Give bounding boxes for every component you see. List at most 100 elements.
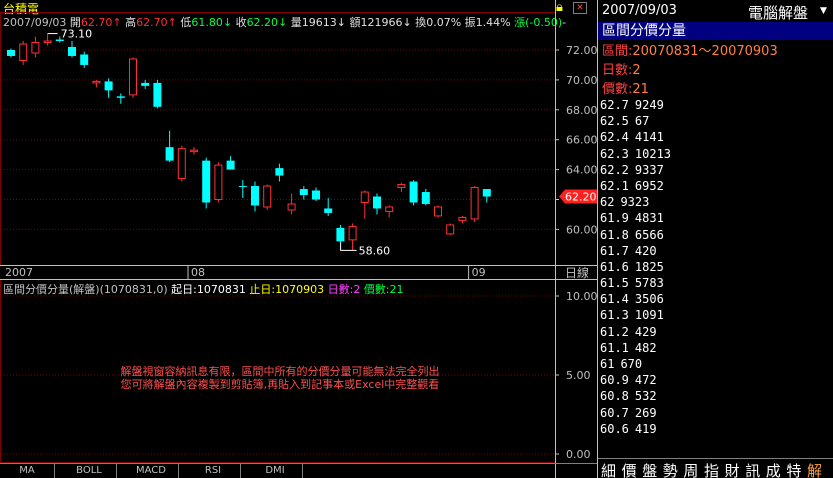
candle-body: [104, 81, 113, 91]
panel-tab[interactable]: 價: [622, 460, 637, 478]
prices-label: 價數:: [602, 82, 633, 97]
list-item: 60.6 419: [600, 421, 830, 437]
row-volume: 420: [634, 243, 657, 258]
tab-macd[interactable]: MACD: [124, 463, 179, 478]
tab-ma[interactable]: MA: [0, 463, 55, 478]
note-line-1: 解盤視窗容納訊息有限，區間中所有的分價分量可能無法完全列出: [120, 365, 440, 378]
tab-rsi[interactable]: RSI: [186, 463, 241, 478]
row-price: 61.6: [600, 259, 629, 274]
candle-body: [409, 181, 418, 203]
y-tick-label: 66.00: [566, 134, 597, 147]
list-item: 61.4 3506: [600, 291, 830, 307]
candle-body: [360, 191, 369, 203]
panel-tab[interactable]: 訊: [745, 460, 760, 478]
candle-body: [31, 42, 40, 54]
panel-tab[interactable]: 財: [725, 460, 740, 478]
y-tick-label: 70.00: [566, 74, 597, 87]
indicator-title: 區間分價分量(解盤)(1070831,0) 起日:1070831 止日:1070…: [3, 281, 404, 297]
candle-body: [116, 96, 125, 98]
range-info: 區間:20070831～20070903: [602, 40, 778, 59]
range-label: 區間:: [602, 44, 633, 59]
row-price: 61.5: [600, 276, 629, 291]
tab-dmi[interactable]: DMI: [248, 463, 303, 478]
row-volume: 9337: [634, 162, 664, 177]
tab-boll[interactable]: BOLL: [62, 463, 117, 478]
row-volume: 4831: [634, 211, 664, 226]
indicator-y-label: 5.00: [566, 369, 591, 382]
row-price: 60.7: [600, 405, 629, 420]
prices-value: 21: [389, 283, 404, 296]
panel-tab[interactable]: 成: [766, 460, 781, 478]
candle-body: [336, 227, 345, 242]
list-item: 62.2 9337: [600, 162, 830, 178]
row-volume: 67: [634, 114, 650, 129]
indicator-y-label: 0.00: [566, 448, 591, 461]
list-item: 60.9 472: [600, 372, 830, 388]
candle-body: [312, 190, 320, 200]
end-value: 1070903: [275, 283, 325, 296]
panel-tab[interactable]: 勢: [663, 460, 678, 478]
days-info: 日數:2: [602, 59, 641, 78]
candle-body: [458, 216, 467, 221]
candle-body: [141, 82, 150, 86]
candle-body: [190, 149, 198, 153]
panel-tab[interactable]: 特: [786, 460, 801, 478]
candle-body: [446, 224, 455, 235]
row-price: 61: [600, 357, 615, 371]
low-marker-line: [340, 242, 357, 251]
panel-tab[interactable]: 指: [704, 460, 719, 478]
row-price: 62.2: [600, 162, 629, 177]
list-item: 60.8 532: [600, 388, 830, 404]
list-item: 60.7 269: [600, 405, 830, 421]
indicator-note: 解盤視窗容納訊息有限，區間中所有的分價分量可能無法完全列出 您可將解盤內容複製到…: [60, 365, 500, 391]
row-price: 61.4: [600, 292, 629, 307]
row-volume: 532: [634, 389, 657, 404]
end-label: 止日:: [249, 283, 276, 296]
list-item: 61.2 429: [600, 324, 830, 340]
list-item: 62.1 6952: [600, 178, 830, 194]
row-price: 62: [600, 195, 615, 210]
candle-body: [421, 192, 430, 204]
panel-tab[interactable]: 解: [807, 460, 822, 478]
date-axis: 2007 08 09 日線: [5, 265, 589, 280]
panel-tab[interactable]: 周: [683, 460, 698, 478]
candles: [7, 33, 491, 251]
row-price: 60.6: [600, 421, 629, 436]
price-chart[interactable]: 72.0070.0068.0066.0064.0062.0060.00 2007…: [0, 0, 597, 478]
panel-date: 2007/09/03: [602, 3, 677, 18]
row-price: 61.1: [600, 340, 629, 355]
row-volume: 4141: [634, 130, 664, 145]
panel-tab[interactable]: 細: [601, 460, 616, 478]
range-value: 20070831～20070903: [632, 44, 778, 59]
indicator-y-label: 10.00: [566, 290, 597, 303]
row-volume: 10213: [634, 146, 672, 161]
candle-body: [214, 164, 223, 201]
candle-body: [153, 82, 162, 107]
list-item: 62 9323: [600, 194, 830, 210]
list-item: 61.3 1091: [600, 307, 830, 323]
candle-body: [275, 168, 284, 176]
row-volume: 9323: [620, 195, 650, 210]
row-price: 61.2: [600, 324, 629, 339]
candle-body: [324, 208, 333, 213]
candle-body: [43, 40, 52, 44]
candle-body: [129, 58, 137, 96]
high-marker-label: 73.10: [61, 28, 93, 41]
x-tick-label: 08: [191, 266, 205, 279]
start-label: 起日:: [171, 283, 197, 296]
candle-body: [263, 185, 272, 208]
indicator-name: 區間分價分量(解盤)(1070831,0): [3, 283, 168, 296]
candle-body: [19, 43, 28, 61]
row-price: 60.9: [600, 373, 629, 388]
row-price: 62.7: [600, 98, 629, 112]
candle-body: [165, 147, 174, 161]
panel-tab[interactable]: 盤: [642, 460, 657, 478]
row-price: 60.8: [600, 389, 629, 404]
candle-body: [348, 225, 357, 241]
row-volume: 670: [620, 357, 643, 371]
row-price: 62.5: [600, 114, 629, 129]
analysis-panel: 2007/09/03 電腦解盤 ▼ 區間分價分量 區間:20070831～200…: [597, 0, 833, 478]
list-item: 61.8 6566: [600, 227, 830, 243]
chevron-down-icon[interactable]: ▼: [820, 6, 827, 16]
list-item: 61.5 5783: [600, 275, 830, 291]
